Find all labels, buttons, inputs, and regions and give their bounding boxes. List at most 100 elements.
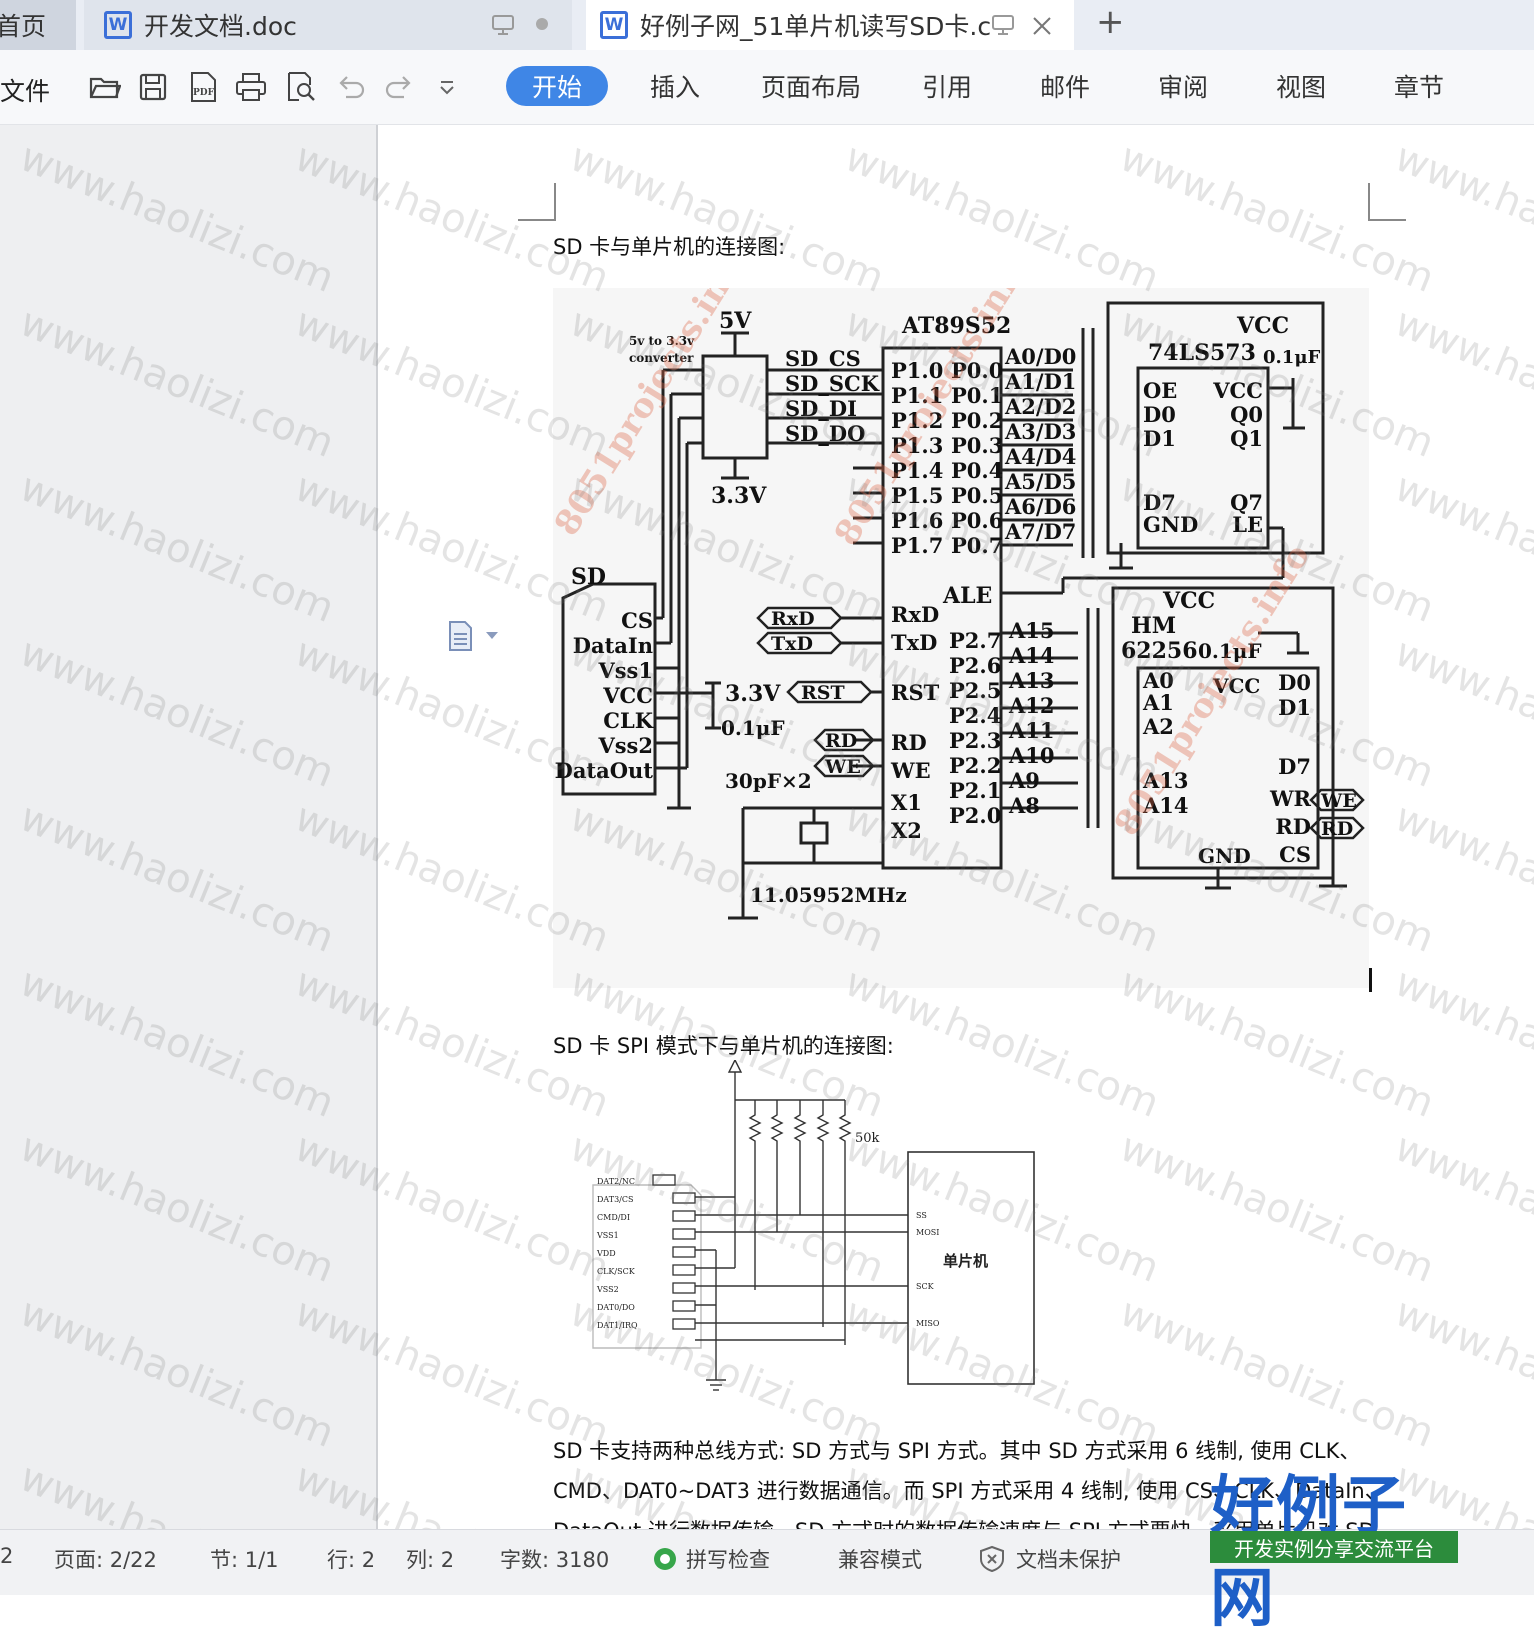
card-pin-label: DAT1/IRQ — [597, 1321, 638, 1330]
mcu-pin-label: P2.4 — [949, 703, 1001, 728]
bus-label: A8 — [1008, 793, 1040, 818]
status-page[interactable]: 页面: 2/22 — [54, 1544, 157, 1574]
port-label: RxD — [771, 608, 815, 630]
vcc-label: VCC — [1162, 588, 1215, 614]
bus-label: A1/D1 — [1004, 369, 1076, 394]
mcu-pin-label: TxD — [891, 630, 937, 655]
export-pdf-icon[interactable]: PDF — [184, 68, 222, 106]
circuit-diagram-spi: 50k 单片机 DAT2/NC DAT3/CS CMD/DI VSS1 VDD CLK/S… — [592, 1060, 1035, 1391]
spell-check-button[interactable]: 拼写检查 — [652, 1544, 770, 1574]
card-pin-label: DAT3/CS — [597, 1195, 633, 1204]
ram-pin-label: D7 — [1278, 754, 1311, 779]
tab-home[interactable]: 首页 — [0, 0, 76, 50]
navigation-panel — [0, 125, 378, 1529]
card-pin-box — [672, 1210, 696, 1222]
mcu-pin-label: RD — [891, 730, 927, 755]
port-label: WE — [824, 756, 861, 778]
status-section[interactable]: 节: 1/1 — [210, 1544, 279, 1574]
sd-label: SD — [571, 564, 606, 590]
caption-spi-connection: SD 卡 SPI 模式下与单片机的连接图: — [553, 1034, 894, 1058]
compat-mode-label[interactable]: 兼容模式 — [838, 1544, 922, 1574]
mcu-pin-label: P1.6 — [891, 508, 943, 533]
status-word-count[interactable]: 字数: 3180 — [500, 1544, 609, 1574]
status-section-number: 2 — [0, 1544, 14, 1568]
undo-icon[interactable] — [332, 68, 370, 106]
xtal-cap-label: 30pF×2 — [725, 769, 812, 793]
doc-protection-button[interactable]: 文档未保护 — [978, 1544, 1121, 1574]
latch-pin-label: Q1 — [1230, 426, 1263, 451]
mcu-pin-label: P0.4 — [951, 458, 1003, 483]
menu-tab-mailings[interactable]: 邮件 — [1028, 66, 1102, 106]
sd-pin-label: DataIn — [573, 633, 653, 658]
card-pin-box — [672, 1192, 696, 1204]
bus-label: A12 — [1008, 693, 1055, 718]
bus-label: A3/D3 — [1004, 419, 1076, 444]
bus-label: A15 — [1008, 618, 1055, 643]
margin-corner-mark — [518, 183, 556, 221]
vcc-label: VCC — [1236, 313, 1289, 339]
mcu-pin-label: P2.2 — [949, 753, 1001, 778]
card-pin-label: DAT2/NC — [597, 1177, 635, 1186]
bus-label: A7/D7 — [1004, 519, 1076, 544]
unsaved-dot-icon — [534, 16, 550, 32]
print-preview-icon[interactable] — [282, 68, 320, 106]
menu-tab-view[interactable]: 视图 — [1264, 66, 1338, 106]
latch-pin-label: Q0 — [1230, 402, 1263, 427]
port-label: RD — [825, 730, 857, 752]
mcu-pin-label: P2.1 — [949, 778, 1001, 803]
mcu-pin-label: MOSI — [916, 1228, 939, 1237]
card-pin-box — [672, 1318, 696, 1330]
tab-document-2[interactable]: W 好例子网_51单片机读写SD卡.c — [586, 0, 1074, 50]
file-menu[interactable]: 文件 — [0, 72, 50, 108]
monitor-icon[interactable] — [488, 12, 518, 38]
redo-icon[interactable] — [380, 68, 418, 106]
card-pin-label: DAT0/DO — [597, 1303, 635, 1312]
monitor-icon[interactable] — [988, 12, 1018, 38]
mcu-pin-label: P2.5 — [949, 678, 1001, 703]
paragraph-layout-icon[interactable] — [447, 620, 503, 658]
spell-check-icon — [654, 1548, 676, 1570]
ram-pin-label: D0 — [1278, 670, 1311, 695]
close-tab-icon[interactable] — [1028, 12, 1056, 40]
sd-pin-label: CS — [621, 608, 653, 633]
doc-protection-label: 文档未保护 — [1016, 1548, 1121, 1572]
new-tab-plus-icon[interactable]: + — [1096, 2, 1125, 42]
customize-dropdown-icon[interactable] — [428, 68, 466, 106]
bus-label: A5/D5 — [1004, 469, 1076, 494]
tab-document-2-label: 好例子网_51单片机读写SD卡.c — [640, 12, 990, 41]
card-pin-box — [672, 1228, 696, 1240]
menu-tab-insert[interactable]: 插入 — [638, 66, 712, 106]
menu-tab-chapter[interactable]: 章节 — [1382, 66, 1456, 106]
ram-label-1: HM — [1131, 613, 1176, 639]
port-label: RST — [801, 682, 845, 704]
tab-document-1[interactable]: W 开发文档.doc — [84, 0, 572, 50]
site-logo: 好例子网 开发实例分享交流平台 — [1210, 1455, 1460, 1636]
print-icon[interactable] — [232, 68, 270, 106]
menu-tab-references[interactable]: 引用 — [910, 66, 984, 106]
bus-label: A10 — [1008, 743, 1055, 768]
ram-pin-label: RD — [1275, 814, 1311, 839]
card-pin-box — [672, 1282, 696, 1294]
word-doc-icon: W — [104, 11, 132, 39]
menu-tab-page-layout[interactable]: 页面布局 — [752, 66, 870, 106]
save-icon[interactable] — [134, 68, 172, 106]
mcu-label: 单片机 — [943, 1252, 988, 1270]
tab-bar: 首页 W 开发文档.doc W 好例子网_51单片机读写SD卡.c + — [0, 0, 1534, 50]
bus-label: A0/D0 — [1004, 344, 1076, 369]
mcu-pin-label: P2.6 — [949, 653, 1001, 678]
mcu-pin-label: X2 — [891, 818, 922, 843]
open-folder-icon[interactable] — [86, 68, 124, 106]
signal-label: SD_CS — [785, 346, 861, 371]
port-label: RD — [1321, 818, 1353, 840]
card-pin-label: VDD — [596, 1249, 616, 1258]
sd-pin-label: Vss2 — [597, 733, 653, 758]
mcu-pin-label: P0.5 — [951, 483, 1003, 508]
mcu-pin-label: RxD — [891, 602, 939, 627]
document-page[interactable]: SD 卡与单片机的连接图: AT89S52 74LS573 HM 62256 S… — [378, 125, 1534, 1529]
spell-check-label: 拼写检查 — [686, 1548, 770, 1572]
menu-tab-home[interactable]: 开始 — [506, 66, 608, 106]
mcu-pin-label: P0.2 — [951, 408, 1003, 433]
mcu-pin-label: WE — [890, 758, 931, 783]
menu-tab-review[interactable]: 审阅 — [1146, 66, 1220, 106]
mcu-pin-label: P2.7 — [949, 628, 1001, 653]
